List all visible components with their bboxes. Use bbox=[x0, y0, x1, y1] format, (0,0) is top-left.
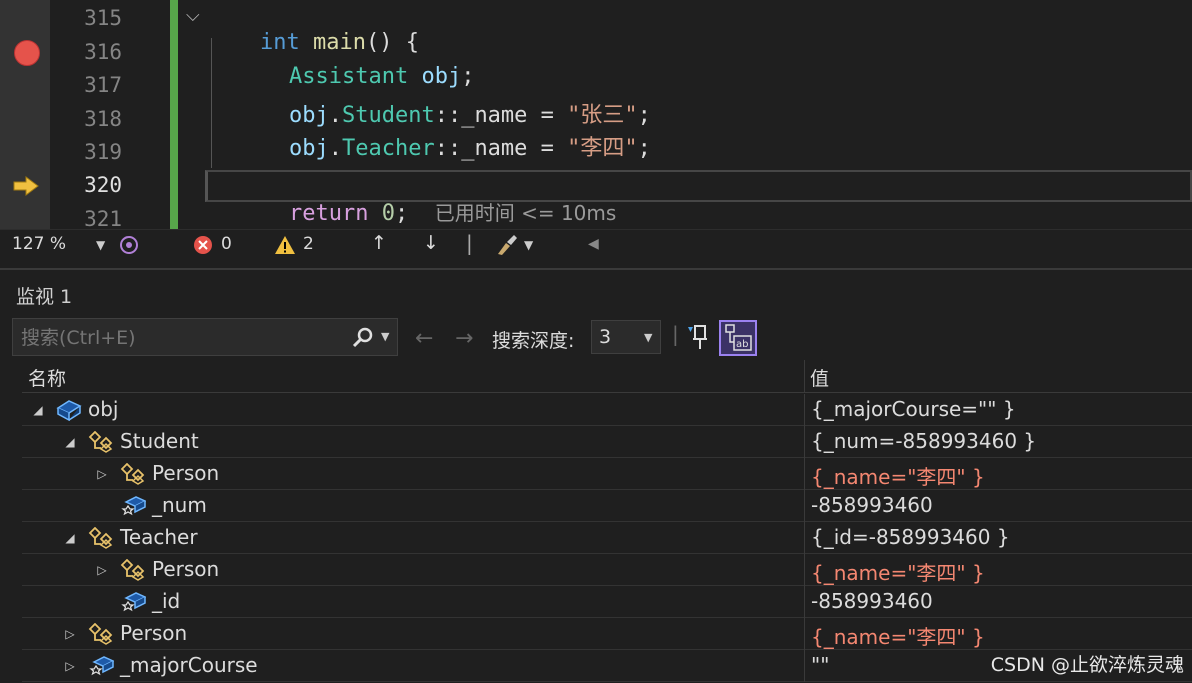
change-tracking-bar bbox=[170, 0, 178, 229]
code-editor[interactable]: 315 316 317 318 319 320 321 ⌵ int main()… bbox=[0, 0, 1192, 229]
watch-grid: 名称 值 ◢ obj {_majorCourse="" } ◢ Student … bbox=[22, 360, 1192, 683]
row-value[interactable]: {_id=-858993460 } bbox=[804, 522, 1192, 554]
chevron-down-icon: ▼ bbox=[644, 331, 653, 344]
code-line-321[interactable]: } bbox=[204, 205, 270, 229]
search-input[interactable] bbox=[21, 325, 341, 351]
base-class-icon bbox=[88, 623, 113, 645]
watch-row[interactable]: _id -858993460 bbox=[22, 586, 1192, 618]
line-number: 317 bbox=[84, 73, 122, 97]
row-value-changed[interactable]: {_name="李四" } bbox=[804, 458, 1192, 490]
protected-field-icon bbox=[121, 496, 146, 516]
base-class-icon bbox=[88, 527, 113, 549]
zoom-dropdown-icon[interactable]: ▼ bbox=[96, 238, 105, 252]
row-name: _majorCourse bbox=[120, 653, 258, 677]
error-count[interactable]: 0 bbox=[221, 234, 232, 254]
search-depth-label: 搜索深度: bbox=[492, 330, 575, 352]
scroll-left-icon[interactable]: ◀ bbox=[588, 236, 599, 252]
base-class-icon bbox=[88, 431, 113, 453]
base-class-icon bbox=[120, 559, 145, 581]
perf-tip[interactable]: 已用时间 <= 10ms bbox=[435, 201, 617, 225]
search-depth-value: 3 bbox=[599, 326, 612, 348]
search-icon[interactable] bbox=[352, 327, 374, 349]
collapse-triangle-icon[interactable]: ◢ bbox=[62, 426, 78, 458]
row-name: obj bbox=[88, 397, 119, 421]
warning-count[interactable]: 2 bbox=[303, 234, 314, 254]
watch-row[interactable]: ◢ Teacher {_id=-858993460 } bbox=[22, 522, 1192, 554]
line-number: 316 bbox=[84, 40, 122, 64]
base-class-icon bbox=[120, 463, 145, 485]
intellicode-icon[interactable] bbox=[118, 234, 140, 256]
collapse-chevron-icon[interactable]: ⌵ bbox=[186, 5, 200, 26]
column-header-name[interactable]: 名称 bbox=[28, 364, 66, 391]
watch-window: 监视 1 ▼ ← → 搜索深度: 3 ▼ | ab 名称 值 ◢ bbox=[0, 268, 1192, 683]
view-as-text-icon[interactable]: ab bbox=[719, 320, 757, 356]
cleanup-dropdown-icon[interactable]: ▼ bbox=[524, 238, 533, 252]
line-number: 318 bbox=[84, 107, 122, 131]
row-value-changed[interactable]: {_name="李四" } bbox=[804, 618, 1192, 650]
error-icon[interactable] bbox=[193, 235, 213, 255]
watch-row[interactable]: ▷ Person {_name="李四" } bbox=[22, 618, 1192, 650]
pin-icon[interactable] bbox=[686, 323, 712, 351]
current-statement-arrow-icon bbox=[13, 176, 39, 196]
column-divider[interactable] bbox=[804, 360, 805, 393]
svg-text:ab: ab bbox=[736, 339, 748, 350]
search-box[interactable]: ▼ bbox=[12, 318, 398, 356]
watch-row[interactable]: _num -858993460 bbox=[22, 490, 1192, 522]
warning-icon[interactable] bbox=[274, 235, 296, 255]
row-name: Student bbox=[120, 429, 199, 453]
row-value-changed[interactable]: {_name="李四" } bbox=[804, 554, 1192, 586]
line-number-current: 320 bbox=[84, 173, 122, 197]
protected-field-icon bbox=[89, 656, 114, 676]
row-value[interactable]: {_majorCourse="" } bbox=[804, 394, 1192, 426]
watch-row[interactable]: ◢ obj {_majorCourse="" } bbox=[22, 394, 1192, 426]
row-name: Person bbox=[152, 557, 220, 581]
row-name: _id bbox=[152, 589, 181, 613]
separator: | bbox=[466, 231, 473, 255]
editor-status-bar: 127 % ▼ 0 2 ↑ ↓ | ▼ ◀ bbox=[0, 229, 1192, 261]
expand-triangle-icon[interactable]: ▷ bbox=[62, 618, 78, 650]
separator: | bbox=[672, 322, 679, 346]
column-header-value[interactable]: 值 bbox=[810, 364, 829, 391]
expand-triangle-icon[interactable]: ▷ bbox=[94, 554, 110, 586]
line-number: 319 bbox=[84, 140, 122, 164]
row-value[interactable]: {_num=-858993460 } bbox=[804, 426, 1192, 458]
protected-field-icon bbox=[121, 592, 146, 612]
variable-icon bbox=[56, 400, 82, 421]
search-depth-select[interactable]: 3 ▼ bbox=[591, 320, 661, 354]
watch-title[interactable]: 监视 1 bbox=[16, 282, 72, 309]
previous-issue-icon[interactable]: ↑ bbox=[371, 232, 387, 254]
watch-row[interactable]: ▷ Person {_name="李四" } bbox=[22, 554, 1192, 586]
watch-row[interactable]: ◢ Student {_num=-858993460 } bbox=[22, 426, 1192, 458]
row-value[interactable]: -858993460 bbox=[804, 586, 1192, 618]
line-number: 315 bbox=[84, 6, 122, 30]
expand-triangle-icon[interactable]: ▷ bbox=[94, 458, 110, 490]
watch-row[interactable]: ▷ Person {_name="李四" } bbox=[22, 458, 1192, 490]
row-name: _num bbox=[152, 493, 207, 517]
expand-triangle-icon[interactable]: ▷ bbox=[62, 650, 78, 682]
line-number: 321 bbox=[84, 207, 122, 229]
row-name: Person bbox=[120, 621, 188, 645]
code-cleanup-brush-icon[interactable] bbox=[494, 234, 518, 256]
zoom-level[interactable]: 127 % bbox=[12, 234, 66, 254]
search-forward-icon[interactable]: → bbox=[455, 326, 473, 351]
row-name: Teacher bbox=[120, 525, 198, 549]
collapse-triangle-icon[interactable]: ◢ bbox=[30, 394, 46, 426]
code-line-320[interactable]: return 0; 已用时间 <= 10ms bbox=[236, 172, 616, 229]
search-back-icon[interactable]: ← bbox=[415, 326, 433, 351]
next-issue-icon[interactable]: ↓ bbox=[423, 232, 439, 254]
row-name: Person bbox=[152, 461, 220, 485]
watermark: CSDN @止欲淬炼灵魂 bbox=[990, 654, 1184, 676]
collapse-triangle-icon[interactable]: ◢ bbox=[62, 522, 78, 554]
row-value[interactable]: -858993460 bbox=[804, 490, 1192, 522]
breakpoint-icon[interactable] bbox=[14, 40, 40, 66]
search-options-dropdown-icon[interactable]: ▼ bbox=[381, 330, 389, 343]
grid-header: 名称 值 bbox=[22, 360, 1192, 393]
